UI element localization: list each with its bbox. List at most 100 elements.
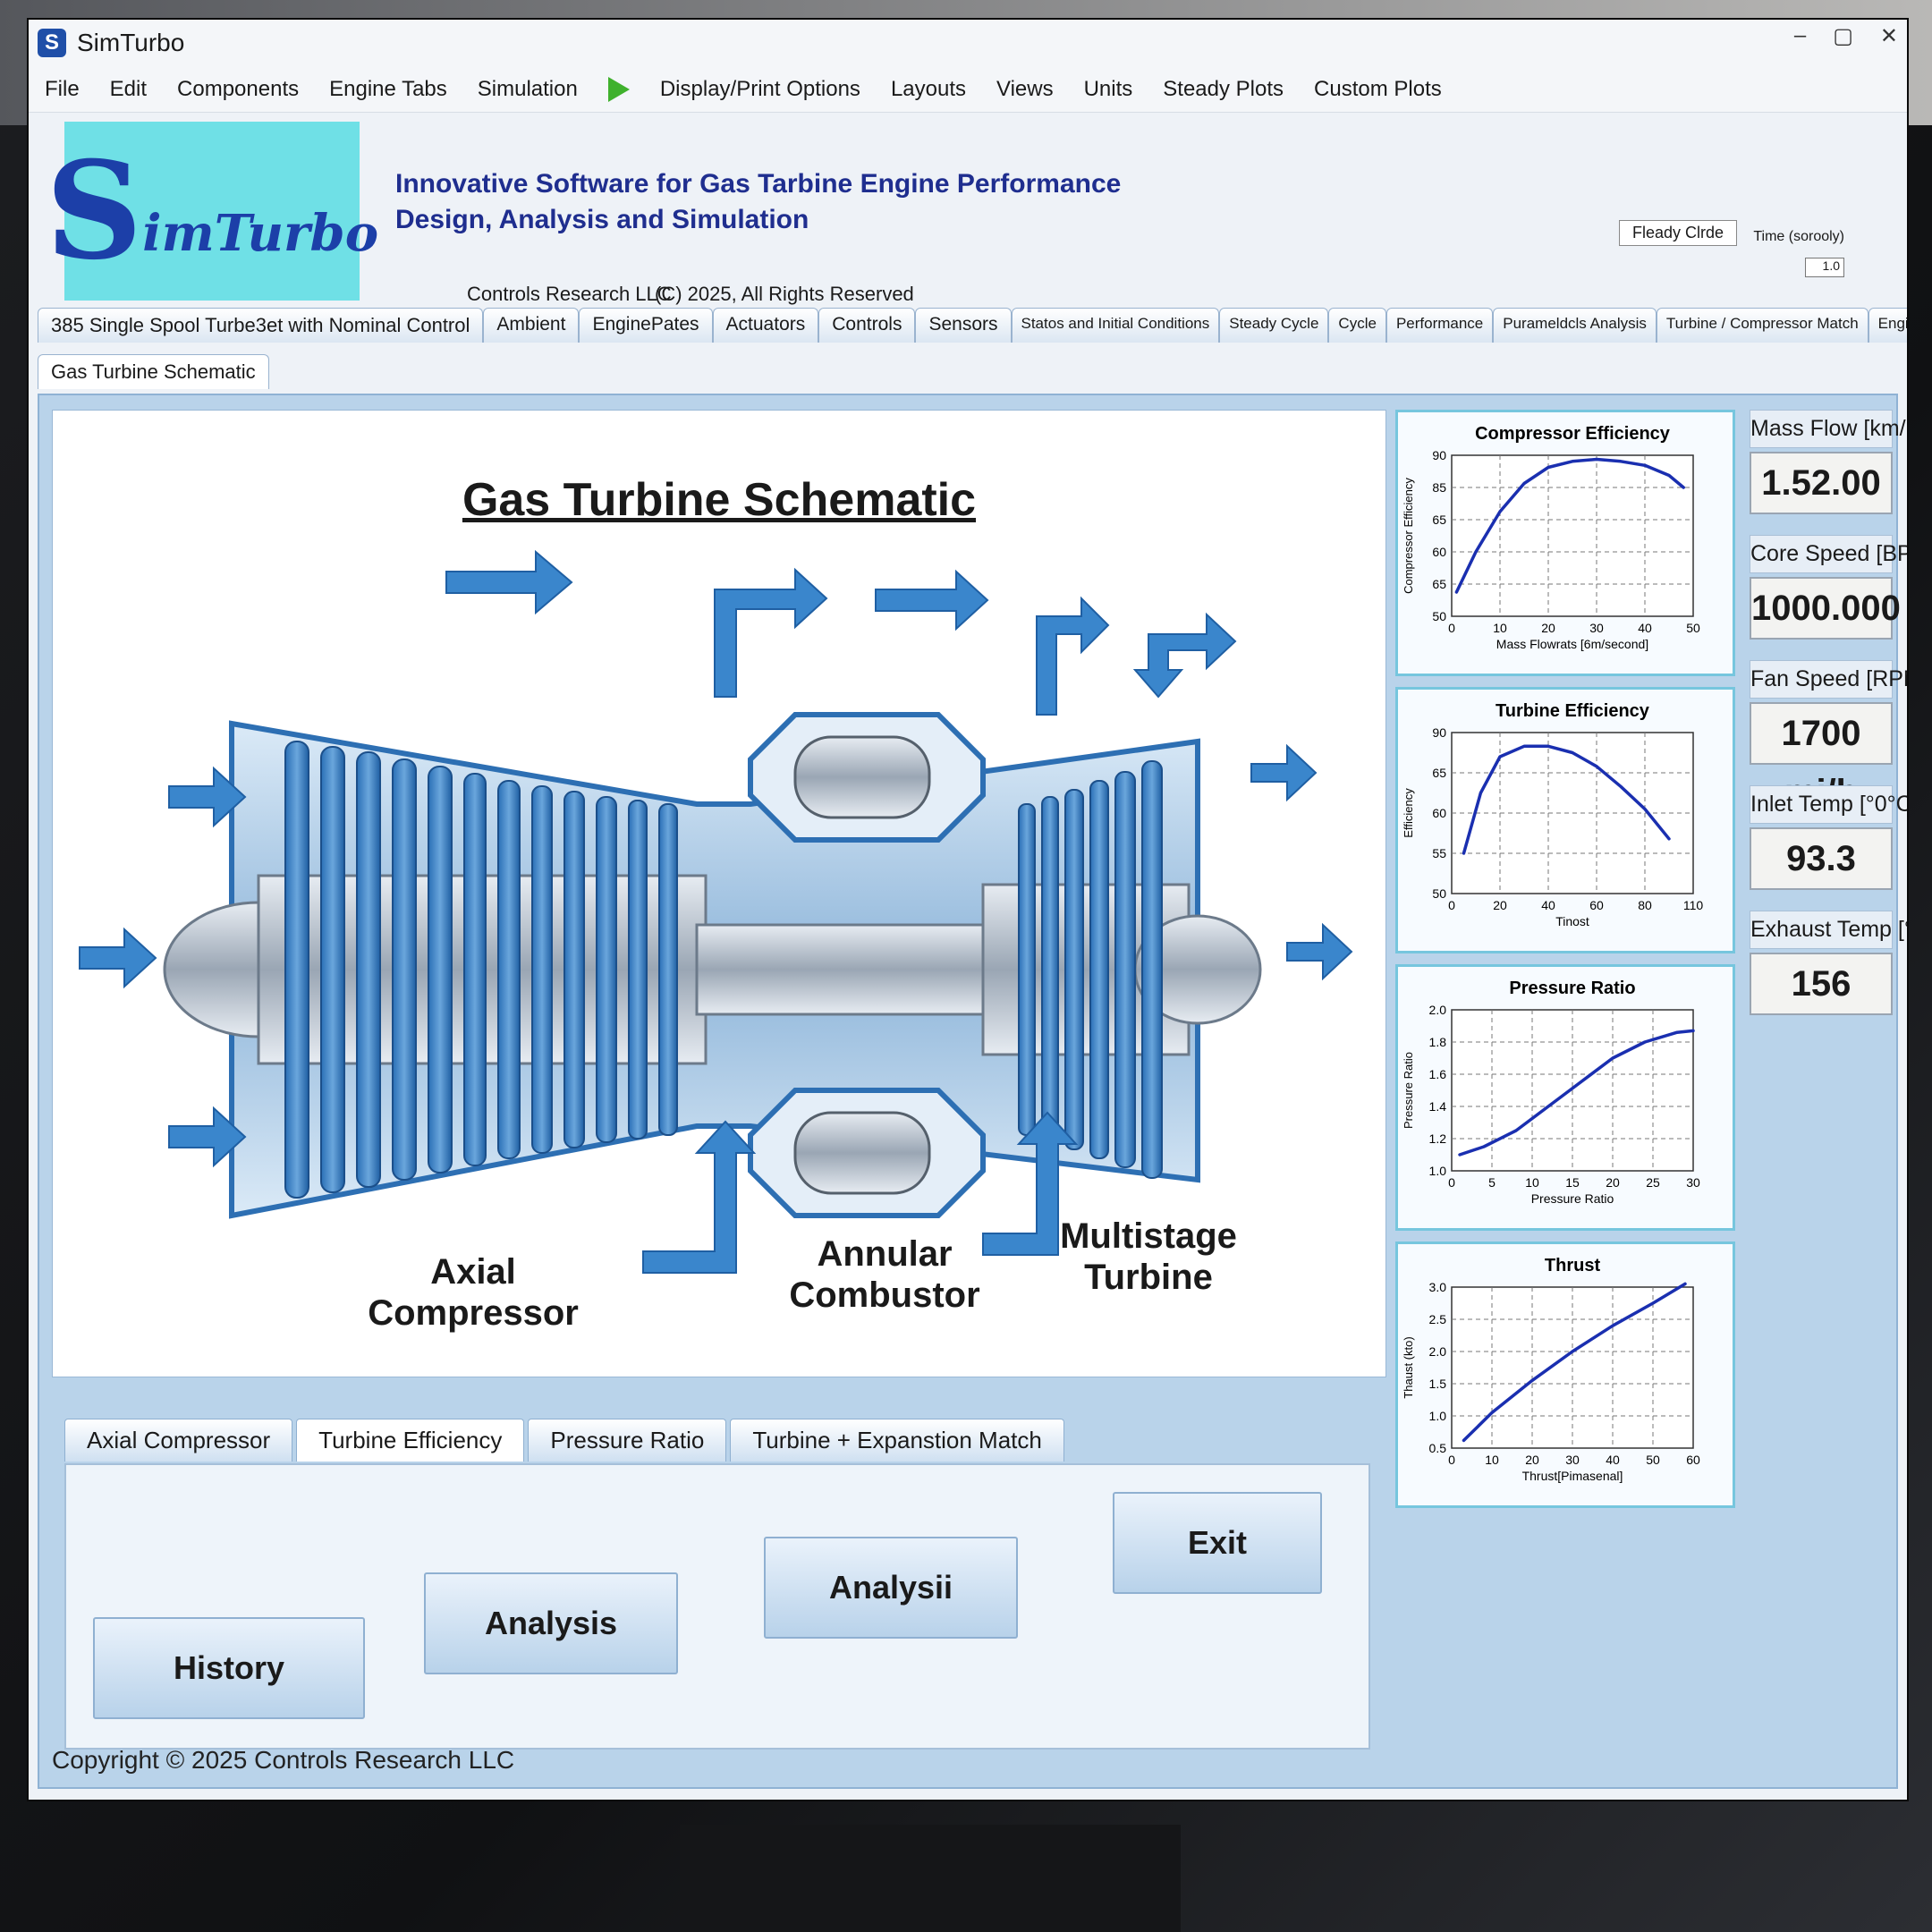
chart-compressor-efficiency-svg: Compressor Efficiency 0 10 20 30 40 50 50 65 60 65… bbox=[1402, 424, 1700, 651]
y-tick-label: 2.5 bbox=[1429, 1312, 1447, 1326]
tab-ambient[interactable]: Ambient bbox=[483, 308, 580, 343]
view-tabs: Gas Turbine Schematic bbox=[38, 354, 269, 389]
subtab-turbine-efficiency[interactable]: Turbine Efficiency bbox=[296, 1419, 525, 1462]
subtab-turbine-expansion-match[interactable]: Turbine + Expanstion Match bbox=[730, 1419, 1064, 1462]
y-tick-label: 55 bbox=[1432, 846, 1446, 860]
analysis-subtabs: Axial Compressor Turbine Efficiency Pres… bbox=[64, 1419, 1064, 1462]
monitor-stand bbox=[680, 1825, 1181, 1932]
tab-initial-conditions[interactable]: Statos and Initial Conditions bbox=[1011, 308, 1220, 343]
x-tick-label: 10 bbox=[1485, 1453, 1499, 1467]
subtab-pressure-ratio[interactable]: Pressure Ratio bbox=[528, 1419, 727, 1462]
menu-engine-tabs[interactable]: Engine Tabs bbox=[329, 77, 447, 102]
label-axial-compressor: Axial Compressor bbox=[339, 1251, 607, 1334]
label-annular-combustor-line1: Annular bbox=[817, 1234, 953, 1274]
readout-fan-speed-value: 1700 mi/h bbox=[1750, 702, 1893, 812]
x-tick-label: 10 bbox=[1493, 621, 1507, 635]
chart-title: Turbine Efficiency bbox=[1496, 701, 1650, 721]
y-axis-label: Pressure Ratio bbox=[1402, 1052, 1415, 1129]
y-axis-label: Compressor Efficiency bbox=[1402, 478, 1415, 594]
tab-sensors[interactable]: Sensors bbox=[915, 308, 1012, 343]
menu-simulation[interactable]: Simulation bbox=[478, 77, 578, 102]
menu-edit[interactable]: Edit bbox=[110, 77, 147, 102]
tagline-line-1: Innovative Software for Gas Tarbine Engi… bbox=[395, 169, 1122, 199]
y-tick-label: 1.5 bbox=[1429, 1377, 1447, 1391]
y-tick-label: 1.2 bbox=[1429, 1131, 1447, 1146]
menu-steady-plots[interactable]: Steady Plots bbox=[1163, 77, 1284, 102]
x-tick-label: 50 bbox=[1646, 1453, 1660, 1467]
y-tick-label: 1.4 bbox=[1429, 1099, 1447, 1114]
tab-engine-info[interactable]: Engine Info bbox=[1868, 308, 1907, 343]
y-tick-label: 90 bbox=[1432, 448, 1446, 462]
readout-mass-flow: Mass Flow [km/h] 1.52.00 bbox=[1750, 410, 1907, 514]
readout-inlet-temp: Inlet Temp [°0°C] 93.3 bbox=[1750, 785, 1907, 890]
y-tick-label: 2.0 bbox=[1429, 1003, 1447, 1017]
readout-core-speed-value: 1000.000 bbox=[1750, 577, 1901, 640]
exit-button[interactable]: Exit bbox=[1113, 1492, 1322, 1594]
x-axis-label: Thrust[Pimasenal] bbox=[1522, 1469, 1623, 1483]
x-tick-label: 20 bbox=[1541, 621, 1555, 635]
label-multistage-turbine-line2: Turbine bbox=[1084, 1258, 1213, 1297]
tab-engine-model[interactable]: 385 Single Spool Turbe3et with Nominal C… bbox=[38, 308, 484, 343]
tab-engine-pates[interactable]: EnginePates bbox=[579, 308, 713, 343]
chart-title: Thrust bbox=[1545, 1256, 1601, 1275]
tab-actuators[interactable]: Actuators bbox=[712, 308, 819, 343]
y-tick-label: 60 bbox=[1432, 545, 1446, 559]
readout-fan-speed-label: Fan Speed [RPM] bbox=[1750, 660, 1907, 699]
time-input[interactable]: 1.0 bbox=[1805, 258, 1844, 277]
tab-parametric-analysis[interactable]: Purameldcls Analysis bbox=[1493, 308, 1657, 343]
tab-steady-cycle[interactable]: Steady Cycle bbox=[1219, 308, 1329, 343]
x-tick-label: 30 bbox=[1686, 1175, 1700, 1190]
plot-area bbox=[1451, 454, 1694, 617]
x-tick-label: 0 bbox=[1448, 1453, 1455, 1467]
x-tick-label: 40 bbox=[1638, 621, 1652, 635]
analysii-button[interactable]: Analysii bbox=[764, 1537, 1018, 1639]
copyright-footer: Copyright © 2025 Controls Research LLC bbox=[52, 1746, 515, 1774]
close-icon[interactable]: ✕ bbox=[1880, 23, 1898, 49]
button-area: History Analysis Analysii Exit bbox=[64, 1463, 1370, 1750]
menu-layouts[interactable]: Layouts bbox=[891, 77, 966, 102]
x-tick-label: 30 bbox=[1565, 1453, 1580, 1467]
chart-pressure-ratio-svg: Pressure Ratio 0 5 10 15 20 25 30 1.0 1.2 1.4 1.6 1.… bbox=[1402, 979, 1700, 1206]
menu-custom-plots[interactable]: Custom Plots bbox=[1314, 77, 1442, 102]
brand-s: S bbox=[45, 132, 143, 290]
chart-thrust-svg: Thrust 0 10 20 30 40 50 60 0.5 1.0 1.5 2.0 2.5 3.0 Thr… bbox=[1402, 1256, 1700, 1483]
readout-mass-flow-value: 1.52.00 bbox=[1750, 452, 1893, 514]
window-title: SimTurbo bbox=[77, 29, 185, 56]
menu-units[interactable]: Units bbox=[1084, 77, 1133, 102]
play-icon[interactable] bbox=[607, 76, 630, 102]
y-tick-label: 0.5 bbox=[1429, 1441, 1447, 1455]
tagline: Innovative Software for Gas Tarbine Engi… bbox=[395, 166, 1121, 238]
menu-components[interactable]: Components bbox=[177, 77, 299, 102]
x-tick-label: 40 bbox=[1541, 898, 1555, 912]
menu-file[interactable]: File bbox=[45, 77, 80, 102]
minimize-icon[interactable]: – bbox=[1794, 23, 1806, 49]
app-logo-icon: S bbox=[38, 29, 66, 57]
x-tick-label: 20 bbox=[1525, 1453, 1539, 1467]
readout-exhaust-temp-label: Exhaust Temp [°C] bbox=[1750, 911, 1907, 949]
tab-performance[interactable]: Performance bbox=[1385, 308, 1494, 343]
label-multistage-turbine-line1: Multistage bbox=[1060, 1216, 1237, 1256]
subtab-axial-compressor[interactable]: Axial Compressor bbox=[64, 1419, 293, 1462]
tab-gas-turbine-schematic[interactable]: Gas Turbine Schematic bbox=[38, 354, 269, 389]
y-tick-label: 60 bbox=[1432, 806, 1446, 820]
tab-controls[interactable]: Controls bbox=[818, 308, 916, 343]
y-tick-label: 1.6 bbox=[1429, 1067, 1447, 1081]
app-header: S imTurbo Innovative Software for Gas Ta… bbox=[29, 113, 1907, 309]
label-axial-compressor-line1: Axial bbox=[430, 1252, 516, 1292]
label-multistage-turbine: Multistage Turbine bbox=[1046, 1216, 1251, 1298]
time-label: Time (sorooly) bbox=[1753, 229, 1844, 244]
tab-cycle[interactable]: Cycle bbox=[1328, 308, 1386, 343]
x-tick-label: 20 bbox=[1606, 1175, 1620, 1190]
history-button[interactable]: History bbox=[93, 1617, 365, 1719]
bottom-panel: Axial Compressor Turbine Efficiency Pres… bbox=[52, 1383, 1385, 1776]
tab-turbine-compressor-match[interactable]: Turbine / Compressor Match bbox=[1656, 308, 1868, 343]
chart-compressor-efficiency: Compressor Efficiency 0 10 20 30 40 50 50 65 60 65… bbox=[1395, 410, 1735, 676]
x-tick-label: 25 bbox=[1646, 1175, 1660, 1190]
y-tick-label: 90 bbox=[1432, 725, 1446, 740]
analysis-button[interactable]: Analysis bbox=[424, 1572, 678, 1674]
x-tick-label: 0 bbox=[1448, 898, 1455, 912]
x-tick-label: 80 bbox=[1638, 898, 1652, 912]
menu-display-print-options[interactable]: Display/Print Options bbox=[660, 77, 860, 102]
menu-views[interactable]: Views bbox=[996, 77, 1054, 102]
maximize-icon[interactable]: ▢ bbox=[1833, 23, 1853, 49]
